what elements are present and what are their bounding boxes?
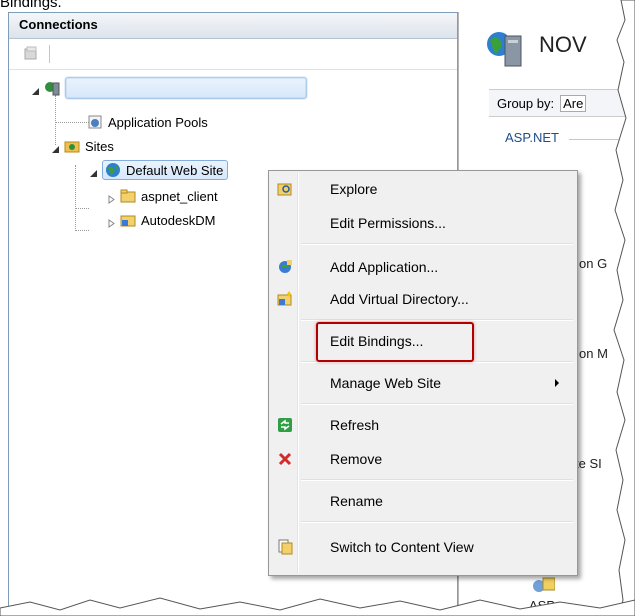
group-by-select[interactable]: Are <box>560 94 587 112</box>
expand-arrow-icon[interactable] <box>107 216 116 228</box>
tree-label: AutodeskDM <box>141 212 216 228</box>
asp-net-group-label: ASP.NET <box>505 130 559 145</box>
menu-item-label: Switch to Content View <box>330 539 474 555</box>
toolbar-separator <box>49 45 50 63</box>
node-title: NOV <box>539 32 587 57</box>
application-pools-icon <box>87 114 103 130</box>
collapse-arrow-icon[interactable] <box>31 84 40 95</box>
expand-arrow-icon[interactable] <box>107 192 116 204</box>
tree-node-server[interactable] <box>31 77 307 99</box>
globe-icon <box>105 162 121 178</box>
tree-node-autodeskdm[interactable]: AutodeskDM <box>107 209 215 231</box>
collapse-arrow-icon[interactable] <box>89 166 98 177</box>
tree-label: Application Pools <box>108 114 208 130</box>
tree-line <box>75 230 89 231</box>
refresh-icon <box>277 417 293 433</box>
server-label-blurred <box>65 77 307 99</box>
tree-node-default-web-site[interactable]: Default Web Site <box>89 159 229 181</box>
feature-label-fragment[interactable]: te SI <box>575 456 602 471</box>
edit-bindings-highlight <box>316 322 474 362</box>
menu-item-label: Rename <box>330 493 383 509</box>
collapse-arrow-icon[interactable] <box>51 142 60 153</box>
tree-node-sites[interactable]: Sites <box>51 135 114 157</box>
menu-separator <box>301 479 573 481</box>
menu-item-label: Add Application... <box>330 259 439 275</box>
menu-item-label: Edit Permissions... <box>330 215 446 231</box>
menu-item-label: Manage Web Site <box>330 375 442 391</box>
folder-icon <box>120 188 136 204</box>
torn-edge-right <box>613 0 635 616</box>
menu-separator <box>301 521 573 523</box>
server-large-icon <box>485 28 525 71</box>
tree-node-application-pools[interactable]: Application Pools <box>87 111 208 133</box>
menu-item-label: Refresh <box>330 417 380 433</box>
menu-item-refresh[interactable]: Refresh <box>271 411 573 439</box>
menu-item-label: Add Virtual Directory... <box>330 291 469 307</box>
explore-icon <box>277 181 293 197</box>
feature-label-fragment[interactable]: on G <box>579 256 607 271</box>
tree-label: aspnet_client <box>141 188 218 204</box>
menu-separator <box>301 243 573 245</box>
menu-separator <box>301 403 573 405</box>
menu-item-switch-to-content-view[interactable]: Switch to Content View <box>271 533 573 561</box>
add-virtual-directory-icon <box>277 291 293 307</box>
caption-text: Bindings. <box>0 0 62 11</box>
tree-line <box>75 165 76 231</box>
torn-edge-bottom <box>0 597 635 616</box>
virtual-directory-icon <box>120 212 136 228</box>
tree-line <box>75 208 89 209</box>
menu-item-label: Remove <box>330 451 383 467</box>
menu-item-manage-web-site[interactable]: Manage Web Site <box>271 369 573 397</box>
group-by-label: Group by: <box>497 95 555 111</box>
remove-icon <box>277 451 293 467</box>
server-icon <box>44 80 60 96</box>
menu-item-add-virtual-directory[interactable]: Add Virtual Directory... <box>271 285 573 313</box>
menu-item-label: Explore <box>330 181 378 197</box>
add-application-icon <box>277 259 293 275</box>
screenshot-frame: Bindings. Connections Application Pools … <box>0 0 635 616</box>
selected-node-box: Default Web Site <box>102 160 229 180</box>
tree-label: Sites <box>85 138 114 154</box>
sites-folder-icon <box>64 138 80 154</box>
menu-separator <box>301 319 573 321</box>
menu-item-remove[interactable]: Remove <box>271 445 573 473</box>
tree-node-aspnet-client[interactable]: aspnet_client <box>107 185 218 207</box>
menu-item-add-application[interactable]: Add Application... <box>271 253 573 281</box>
tree-label: Default Web Site <box>126 162 224 178</box>
content-view-icon <box>277 539 293 555</box>
feature-label-fragment[interactable]: on M <box>579 346 608 361</box>
menu-item-edit-permissions[interactable]: Edit Permissions... <box>271 209 573 237</box>
connections-header: Connections <box>9 13 457 39</box>
menu-item-explore[interactable]: Explore <box>271 175 573 203</box>
menu-item-rename[interactable]: Rename <box>271 487 573 515</box>
connections-toolbar <box>9 39 457 70</box>
context-menu: Explore Edit Permissions... Add Applicat… <box>268 170 578 576</box>
submenu-arrow-icon <box>555 379 559 387</box>
connect-icon[interactable] <box>23 46 39 62</box>
